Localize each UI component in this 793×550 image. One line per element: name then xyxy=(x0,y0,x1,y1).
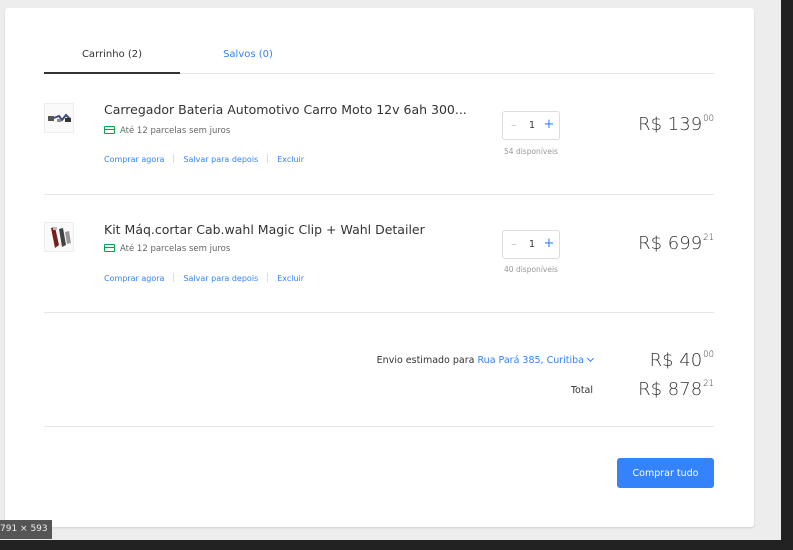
cart-item: Kit Máq.cortar Cab.wahl Magic Clip + Wah… xyxy=(44,195,714,313)
quantity-value[interactable]: 1 xyxy=(525,239,539,250)
shipping-estimate: Envio estimado para Rua Pará 385, Curiti… xyxy=(376,354,595,366)
tab-cart[interactable]: Carrinho (2) xyxy=(44,43,180,74)
product-title[interactable]: Carregador Bateria Automotivo Carro Moto… xyxy=(104,102,467,117)
item-actions: Comprar agora Salvar para depois Excluir xyxy=(104,273,304,283)
credit-card-icon xyxy=(104,244,115,252)
quantity-stepper: – 1 + xyxy=(502,230,560,259)
increase-quantity-button[interactable]: + xyxy=(543,236,555,251)
total-price-cents: 21 xyxy=(703,379,714,389)
stock-available: 54 disponíveis xyxy=(504,147,558,156)
cart-tabs: Carrinho (2) Salvos (0) xyxy=(44,43,714,74)
product-thumbnail-battery-charger[interactable] xyxy=(44,103,74,133)
item-actions: Comprar agora Salvar para depois Excluir xyxy=(104,154,304,164)
dimensions-badge: 791 × 593 xyxy=(0,520,52,539)
product-thumbnail-hair-clipper[interactable] xyxy=(44,222,74,252)
shipping-address-link[interactable]: Rua Pará 385, Curitiba xyxy=(478,354,595,366)
shipping-address[interactable]: Rua Pará 385, Curitiba xyxy=(478,355,585,366)
price-integer: R$ 699 xyxy=(638,233,703,254)
shipping-price: R$ 4000 xyxy=(650,350,714,371)
save-for-later-link[interactable]: Salvar para depois xyxy=(183,155,258,164)
decrease-quantity-button[interactable]: – xyxy=(508,118,520,132)
divider xyxy=(267,273,269,282)
remove-link[interactable]: Excluir xyxy=(277,274,304,283)
divider xyxy=(267,154,269,163)
quantity-stepper: – 1 + xyxy=(502,111,560,140)
shipping-price-integer: R$ 40 xyxy=(649,350,703,371)
credit-card-icon xyxy=(104,126,115,134)
installments-text: Até 12 parcelas sem juros xyxy=(120,126,231,136)
price-integer: R$ 139 xyxy=(638,114,703,135)
buy-all-button[interactable]: Comprar tudo xyxy=(617,458,714,488)
quantity-value[interactable]: 1 xyxy=(525,120,539,131)
total-price: R$ 87821 xyxy=(638,379,714,400)
decrease-quantity-button[interactable]: – xyxy=(508,237,520,251)
installments-text: Até 12 parcelas sem juros xyxy=(120,244,231,254)
tab-saved[interactable]: Salvos (0) xyxy=(180,43,316,74)
chevron-down-icon[interactable] xyxy=(586,354,595,363)
cart-panel: Carrinho (2) Salvos (0) Carregador Bater… xyxy=(5,8,754,527)
shipping-label: Envio estimado para xyxy=(376,355,475,366)
window-frame-right xyxy=(781,0,793,550)
price-cents: 00 xyxy=(703,114,714,124)
total-label: Total xyxy=(570,385,593,396)
shipping-price-cents: 00 xyxy=(703,350,714,360)
price-cents: 21 xyxy=(703,233,714,243)
remove-link[interactable]: Excluir xyxy=(277,155,304,164)
total-price-integer: R$ 878 xyxy=(638,379,703,400)
cart-item: Carregador Bateria Automotivo Carro Moto… xyxy=(44,74,714,195)
item-price: R$ 69921 xyxy=(638,233,714,254)
save-for-later-link[interactable]: Salvar para depois xyxy=(183,274,258,283)
stock-available: 40 disponíveis xyxy=(504,265,558,274)
window-frame-bottom xyxy=(0,540,793,550)
cart-summary: Envio estimado para Rua Pará 385, Curiti… xyxy=(44,313,714,427)
buy-now-link[interactable]: Comprar agora xyxy=(104,155,164,164)
product-title[interactable]: Kit Máq.cortar Cab.wahl Magic Clip + Wah… xyxy=(104,222,425,237)
item-price: R$ 13900 xyxy=(638,114,714,135)
divider xyxy=(173,154,175,163)
installments-info: Até 12 parcelas sem juros xyxy=(104,244,230,254)
installments-info: Até 12 parcelas sem juros xyxy=(104,126,230,136)
increase-quantity-button[interactable]: + xyxy=(543,117,555,132)
divider xyxy=(173,273,175,282)
buy-now-link[interactable]: Comprar agora xyxy=(104,274,164,283)
